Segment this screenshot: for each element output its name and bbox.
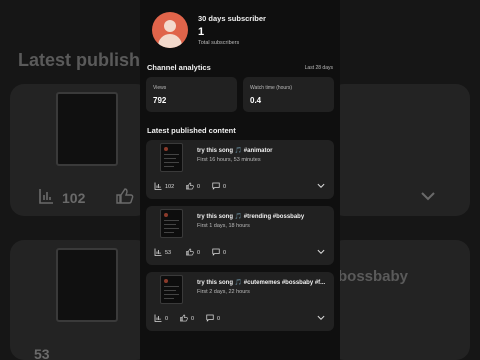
video-stats: 0 0 0	[154, 314, 326, 324]
video-period: First 16 hours, 53 minutes	[197, 157, 261, 163]
views-stat: 102	[154, 182, 174, 192]
views-count: 53	[165, 250, 172, 256]
comments-stat: 0	[206, 314, 220, 324]
chevron-down-icon[interactable]	[316, 313, 326, 325]
background-card: bossbaby	[330, 240, 470, 360]
video-period: First 1 days, 18 hours	[197, 223, 250, 229]
video-stats: 53 0 0	[154, 248, 326, 258]
bar-chart-icon	[154, 314, 162, 324]
views-stat: 0	[154, 314, 168, 324]
metric-label: Watch time (hours)	[250, 85, 293, 91]
video-title[interactable]: try this song 🎵 #animator	[197, 147, 327, 154]
video-thumbnail[interactable]	[160, 209, 183, 238]
video-card[interactable]: try this song 🎵 #trending #bossbaby Firs…	[146, 206, 334, 265]
background-thumbnail	[56, 248, 118, 322]
bar-chart-icon	[154, 248, 162, 258]
comments-stat: 0	[212, 248, 226, 258]
background-views: 102	[62, 190, 86, 206]
background-card	[10, 240, 150, 360]
background-overlay-text: bossbaby	[338, 268, 409, 285]
analytics-screen: 30 days subscriber 1 Total subscribers C…	[140, 0, 340, 360]
thumb-up-icon	[186, 182, 194, 192]
video-title[interactable]: try this song 🎵 #trending #bossbaby	[197, 213, 327, 220]
channel-analytics-title: Channel analytics	[147, 63, 211, 72]
views-stat: 53	[154, 248, 171, 258]
chevron-down-icon[interactable]	[316, 181, 326, 193]
thumb-up-icon	[116, 188, 134, 209]
bar-chart-icon	[38, 188, 54, 209]
thumb-up-icon	[180, 314, 188, 324]
bar-chart-icon	[154, 182, 162, 192]
watch-time-metric-card[interactable]: Watch time (hours) 0.4	[243, 77, 334, 112]
likes-stat: 0	[186, 248, 200, 258]
chevron-down-icon	[420, 188, 436, 206]
likes-count: 0	[197, 250, 201, 256]
views-count: 102	[165, 184, 175, 190]
likes-count: 0	[197, 184, 201, 190]
background-views: 53	[34, 346, 50, 360]
likes-stat: 0	[186, 182, 200, 192]
subscriber-label: 30 days subscriber	[198, 14, 266, 23]
subscriber-summary: 30 days subscriber 1 Total subscribers	[146, 10, 336, 52]
video-thumbnail[interactable]	[160, 275, 183, 304]
avatar[interactable]	[152, 12, 188, 48]
latest-content-title: Latest published content	[147, 126, 236, 135]
subscriber-count: 1	[198, 26, 205, 38]
comment-icon	[212, 248, 220, 258]
chevron-down-icon[interactable]	[316, 247, 326, 259]
background-card	[330, 84, 470, 216]
likes-stat: 0	[180, 314, 194, 324]
metric-label: Views	[153, 85, 167, 91]
subscriber-caption: Total subscribers	[198, 40, 240, 46]
analytics-period: Last 28 days	[304, 65, 333, 71]
metric-value: 792	[153, 96, 167, 105]
video-title[interactable]: try this song 🎵 #cutememes #bossbaby #f.…	[197, 279, 327, 286]
background-card: 102	[10, 84, 150, 216]
views-metric-card[interactable]: Views 792	[146, 77, 237, 112]
background-title: Latest publish	[18, 50, 141, 70]
background-thumbnail	[56, 92, 118, 166]
likes-count: 0	[191, 316, 195, 322]
comments-count: 0	[223, 250, 227, 256]
thumb-up-icon	[186, 248, 194, 258]
metric-value: 0.4	[250, 96, 262, 105]
video-stats: 102 0 0	[154, 182, 326, 192]
comment-icon	[206, 314, 214, 324]
views-count: 0	[165, 316, 169, 322]
comment-icon	[212, 182, 220, 192]
video-card[interactable]: try this song 🎵 #cutememes #bossbaby #f.…	[146, 272, 334, 331]
comments-count: 0	[217, 316, 221, 322]
video-thumbnail[interactable]	[160, 143, 183, 172]
video-period: First 2 days, 22 hours	[197, 289, 250, 295]
comments-stat: 0	[212, 182, 226, 192]
comments-count: 0	[223, 184, 227, 190]
video-card[interactable]: try this song 🎵 #animator First 16 hours…	[146, 140, 334, 199]
